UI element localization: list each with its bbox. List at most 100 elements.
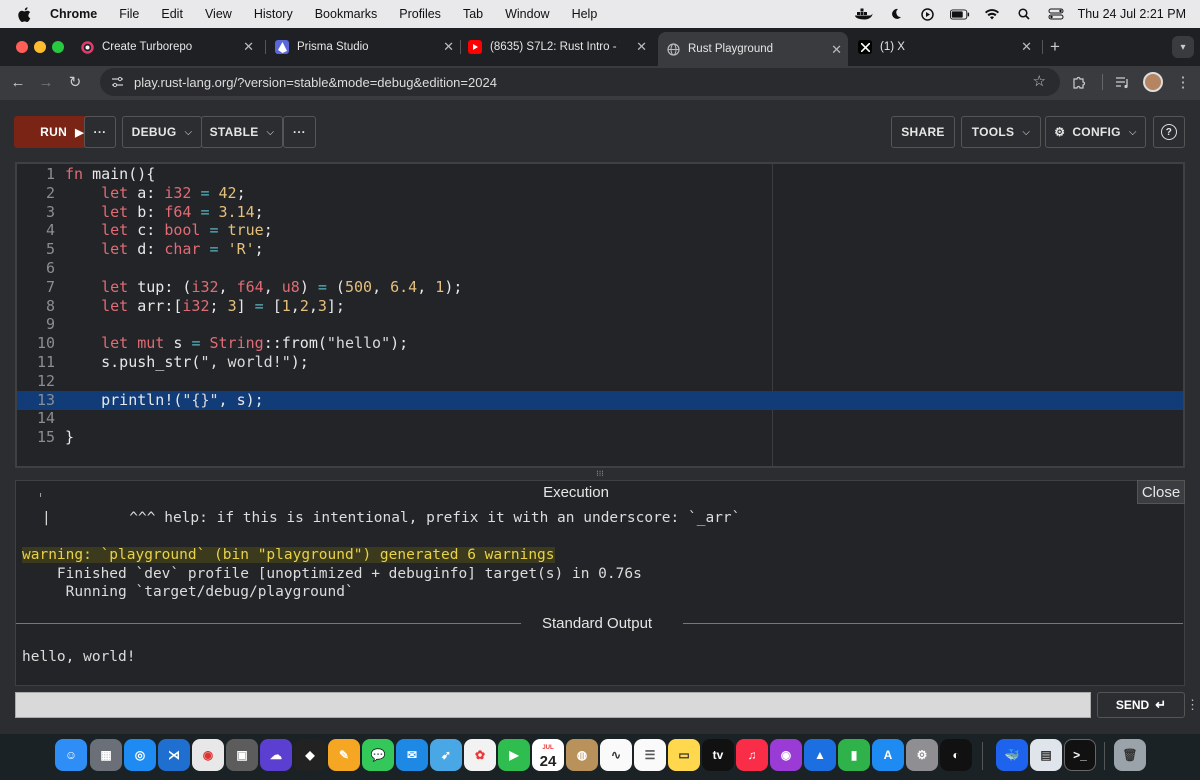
notes-icon[interactable]: ▭ (668, 739, 700, 771)
code-line[interactable]: 11 s.push_str(", world!"); (17, 353, 1183, 372)
launchpad-icon[interactable]: ▦ (90, 739, 122, 771)
forward-arrow-icon[interactable]: → (37, 73, 55, 91)
menu-tab[interactable]: Tab (463, 7, 483, 21)
menu-window[interactable]: Window (505, 7, 549, 21)
search-icon[interactable] (1014, 7, 1034, 21)
safari-icon[interactable]: ◎ (124, 739, 156, 771)
media-controls-icon[interactable] (1113, 73, 1131, 91)
stable-dropdown[interactable]: STABLE ⌵ (201, 116, 283, 148)
close-icon[interactable]: ✕ (636, 39, 647, 55)
code-line[interactable]: 2 let a: i32 = 42; (17, 184, 1183, 203)
numbers-icon[interactable]: ▮ (838, 739, 870, 771)
send-button[interactable]: SEND ↵ (1097, 692, 1185, 718)
help-button[interactable]: ? (1153, 116, 1185, 148)
close-icon[interactable]: ✕ (831, 42, 842, 58)
back-arrow-icon[interactable]: ← (9, 73, 27, 91)
close-output-button[interactable]: Close (1137, 480, 1185, 504)
advanced-more-button[interactable]: ··· (283, 116, 316, 148)
menu-app-name[interactable]: Chrome (50, 7, 97, 21)
preview-icon[interactable]: ▤ (1030, 739, 1062, 771)
profile-avatar[interactable] (1143, 72, 1163, 92)
run-more-button[interactable]: ··· (84, 116, 116, 148)
code-text[interactable]: let arr:[i32; 3] = [1,2,3]; (65, 297, 345, 316)
code-text[interactable]: let c: bool = true; (65, 221, 273, 240)
tab-search-chevron-icon[interactable]: ▾ (1172, 36, 1194, 58)
extensions-puzzle-icon[interactable] (1070, 73, 1088, 91)
site-settings-icon[interactable] (110, 75, 124, 89)
vscode-icon[interactable]: ⋊ (158, 739, 190, 771)
messages-icon[interactable]: 💬 (362, 739, 394, 771)
finder-icon[interactable]: ☺ (55, 739, 87, 771)
menu-view[interactable]: View (205, 7, 232, 21)
code-text[interactable]: } (65, 428, 74, 447)
window-minimize-icon[interactable] (34, 41, 46, 53)
system-settings-icon[interactable]: ⚙ (906, 739, 938, 771)
new-tab-plus-icon[interactable]: + (1050, 37, 1060, 57)
code-line[interactable]: 6 (17, 259, 1183, 278)
tab-x[interactable]: (1) X ✕ (858, 36, 1038, 58)
menu-file[interactable]: File (119, 7, 139, 21)
tab-rust-playground[interactable]: Rust Playground ✕ (658, 32, 848, 66)
keynote-icon[interactable]: ▲ (804, 739, 836, 771)
app-store-icon[interactable]: A (872, 739, 904, 771)
battery-icon[interactable] (949, 7, 970, 21)
photos-icon[interactable]: ✿ (464, 739, 496, 771)
tools-dropdown[interactable]: TOOLS ⌵ (961, 116, 1041, 148)
code-text[interactable]: fn main(){ (65, 165, 155, 184)
kebab-menu-icon[interactable]: ⋮ (1174, 73, 1192, 91)
code-text[interactable]: println!("{}", s); (65, 391, 264, 410)
code-text[interactable]: let mut s = String::from("hello"); (65, 334, 408, 353)
code-line[interactable]: 7 let tup: (i32, f64, u8) = (500, 6.4, 1… (17, 278, 1183, 297)
control-center-icon[interactable] (1046, 7, 1066, 21)
config-dropdown[interactable]: ⚙ CONFIG ⌵ (1045, 116, 1146, 148)
menubar-clock[interactable]: Thu 24 Jul 2:21 PM (1078, 7, 1186, 21)
terminal-icon[interactable]: >_ (1064, 739, 1096, 771)
code-line[interactable]: 12 (17, 372, 1183, 391)
code-text[interactable]: s.push_str(", world!"); (65, 353, 309, 372)
play-circle-icon[interactable] (918, 7, 938, 21)
music-icon[interactable]: ♫ (736, 739, 768, 771)
window-zoom-icon[interactable] (52, 41, 64, 53)
tab-create-turborepo[interactable]: Create Turborepo ✕ (80, 36, 260, 58)
apple-tv-icon[interactable]: tv (702, 739, 734, 771)
code-line[interactable]: 13 println!("{}", s); (17, 390, 1183, 410)
podcasts-icon[interactable]: ◉ (770, 739, 802, 771)
code-text[interactable]: let tup: (i32, f64, u8) = (500, 6.4, 1); (65, 278, 462, 297)
code-line[interactable]: 15} (17, 428, 1183, 447)
cursor-app-icon[interactable]: ◆ (294, 739, 326, 771)
menu-bookmarks[interactable]: Bookmarks (315, 7, 378, 21)
ai-app-icon[interactable]: ▣ (226, 739, 258, 771)
resize-grip-icon[interactable]: ⁝⁝⁝ (590, 470, 610, 478)
code-text[interactable]: let a: i32 = 42; (65, 184, 246, 203)
bookmark-star-icon[interactable]: ☆ (1033, 72, 1046, 90)
stdin-input[interactable] (15, 692, 1091, 718)
ghost-app-icon[interactable]: ☁ (260, 739, 292, 771)
maps-icon[interactable]: ➹ (430, 739, 462, 771)
apple-icon[interactable] (16, 6, 32, 22)
send-menu-icon[interactable]: ⋮ (1186, 697, 1199, 713)
code-line[interactable]: 10 let mut s = String::from("hello"); (17, 334, 1183, 353)
code-text[interactable]: let d: char = 'R'; (65, 240, 264, 259)
menu-profiles[interactable]: Profiles (399, 7, 441, 21)
tab-prisma-studio[interactable]: Prisma Studio ✕ (275, 36, 460, 58)
code-line[interactable]: 5 let d: char = 'R'; (17, 240, 1183, 259)
trash-icon[interactable]: 🗑 (1114, 739, 1146, 771)
chrome-icon[interactable]: ◉ (192, 739, 224, 771)
menu-edit[interactable]: Edit (161, 7, 183, 21)
address-bar[interactable]: play.rust-lang.org/?version=stable&mode=… (100, 68, 1060, 96)
wifi-icon[interactable] (982, 7, 1002, 21)
reload-icon[interactable]: ↻ (66, 73, 84, 91)
facetime-icon[interactable]: ▶ (498, 739, 530, 771)
docker-status-icon[interactable] (854, 7, 874, 21)
window-close-icon[interactable] (16, 41, 28, 53)
url-text[interactable]: play.rust-lang.org/?version=stable&mode=… (134, 75, 497, 90)
menu-help[interactable]: Help (572, 7, 598, 21)
menu-history[interactable]: History (254, 7, 293, 21)
code-line[interactable]: 9 (17, 315, 1183, 334)
code-line[interactable]: 1 fn main(){ (17, 165, 1183, 184)
share-button[interactable]: SHARE (891, 116, 955, 148)
pages-icon[interactable]: ✎ (328, 739, 360, 771)
eclipse-app-icon[interactable]: ◐ (940, 739, 972, 771)
code-line[interactable]: 14 (17, 409, 1183, 428)
code-line[interactable]: 8 let arr:[i32; 3] = [1,2,3]; (17, 297, 1183, 316)
